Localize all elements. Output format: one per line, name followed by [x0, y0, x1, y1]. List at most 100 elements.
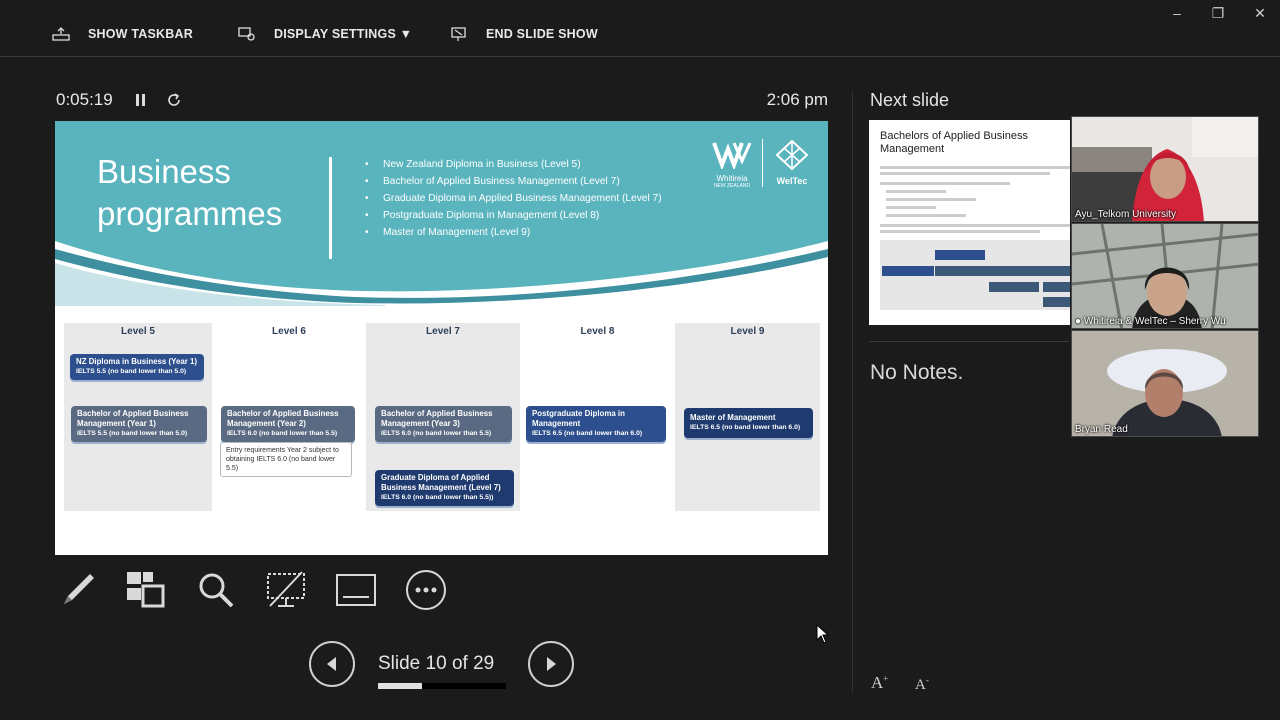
close-button[interactable]: ✕ [1248, 4, 1272, 22]
box-title: Postgraduate Diploma in Management [532, 409, 625, 428]
end-show-icon [451, 27, 466, 41]
postgraduate-diploma-box: Postgraduate Diploma in Management IELTS… [526, 406, 666, 442]
thumb-box [1043, 282, 1070, 292]
thumb-text-line [886, 206, 936, 209]
next-slide-title: Bachelors of Applied Business Management [880, 130, 1028, 155]
end-slide-show-label: END SLIDE SHOW [486, 27, 598, 41]
restart-timer-button[interactable] [166, 92, 182, 113]
box-title: Bachelor of Applied Business Management … [77, 409, 189, 428]
whitireia-name: Whitireia [716, 174, 748, 183]
show-taskbar-button[interactable]: SHOW TASKBAR [52, 24, 193, 44]
title-divider [329, 157, 332, 259]
video-tile[interactable]: ● Whitireia & WelTec – Sherry Wu [1071, 223, 1259, 329]
pause-icon [136, 94, 145, 106]
box-ielts: IELTS 5.5 (no band lower than 5.0) [77, 430, 188, 437]
pane-divider[interactable] [852, 92, 853, 692]
next-slide-button[interactable] [528, 641, 574, 687]
logo-divider [762, 139, 763, 187]
subtitles-button[interactable] [334, 568, 378, 612]
show-taskbar-label: SHOW TASKBAR [88, 27, 193, 41]
see-all-slides-button[interactable] [123, 568, 167, 612]
slide-title-line2: programmes [97, 195, 283, 232]
level6-heading: Level 6 [272, 326, 306, 337]
programme-item: Graduate Diploma in Applied Business Man… [365, 190, 662, 207]
speaker-notes: No Notes. [870, 361, 964, 384]
video-tile[interactable]: Ayu_Telkom University [1071, 116, 1259, 222]
level9-heading: Level 9 [730, 326, 765, 337]
weltec-name: WelTec [776, 176, 808, 186]
weltec-logo: WelTec [771, 139, 813, 186]
year2-entry-note: Entry requirements Year 2 subject to obt… [220, 442, 352, 477]
weltec-mark-icon [775, 139, 809, 171]
thumb-text-line [886, 214, 966, 217]
elapsed-timer: 0:05:19 [56, 90, 113, 109]
level8-heading: Level 8 [580, 326, 615, 337]
increase-font-button[interactable]: A+ [871, 673, 888, 693]
zoom-button[interactable] [194, 568, 238, 612]
more-icon [406, 570, 446, 610]
participant-name: ● Whitireia & WelTec – Sherry Wu [1075, 316, 1226, 327]
black-screen-button[interactable] [264, 568, 308, 612]
participant-name: Ayu_Telkom University [1075, 209, 1176, 220]
pen-icon [64, 574, 94, 604]
participant-video [1072, 117, 1258, 221]
whitireia-mark-icon [712, 142, 752, 171]
slide-title-line1: Business [97, 153, 231, 190]
box-ielts: IELTS 5.5 (no band lower than 5.0) [76, 368, 187, 375]
current-slide[interactable]: Business programmes New Zealand Diploma … [55, 121, 828, 555]
programme-item: Bachelor of Applied Business Management … [365, 173, 662, 190]
thumb-box [935, 266, 1070, 276]
pen-tool-button[interactable] [56, 568, 100, 612]
minimize-button[interactable]: – [1165, 4, 1189, 22]
next-slide-thumbnail[interactable]: Bachelors of Applied Business Management [869, 120, 1070, 325]
programme-item: New Zealand Diploma in Business (Level 5… [365, 156, 662, 173]
bachelor-year3-box: Bachelor of Applied Business Management … [375, 406, 512, 442]
programme-item: Master of Management (Level 9) [365, 224, 662, 241]
thumb-text-line [886, 190, 946, 193]
chevron-right-icon [547, 657, 556, 671]
level5-heading: Level 5 [121, 326, 155, 337]
thumb-text-line [880, 230, 1040, 233]
participant-name: Bryan Read [1075, 424, 1128, 435]
programme-item: Postgraduate Diploma in Management (Leve… [365, 207, 662, 224]
box-title: NZ Diploma in Business (Year 1) [76, 357, 198, 366]
master-box: Master of Management IELTS 6.5 (no band … [684, 408, 813, 438]
next-slide-label: Next slide [870, 90, 950, 110]
graduate-diploma-box: Graduate Diploma of Applied Business Man… [375, 470, 514, 506]
screen-off-icon [267, 571, 305, 607]
display-settings-icon [238, 27, 255, 41]
display-settings-button[interactable]: DISPLAY SETTINGS ▼ [238, 24, 412, 44]
box-ielts: IELTS 6.5 (no band lower than 6.0) [690, 424, 801, 431]
chevron-left-icon [327, 657, 336, 671]
font-increase-icon: A+ [871, 673, 889, 692]
slide-title: Business programmes [97, 151, 282, 235]
thumb-text-line [880, 166, 1070, 169]
thumb-box [989, 282, 1039, 292]
slides-grid-icon [127, 572, 165, 608]
box-title: Bachelor of Applied Business Management … [381, 409, 493, 428]
whitireia-sub: NEW ZEALAND [713, 183, 751, 189]
level7-heading: Level 7 [426, 326, 460, 337]
end-slide-show-button[interactable]: END SLIDE SHOW [450, 24, 598, 44]
subtitles-icon [336, 574, 376, 606]
participant-video [1072, 331, 1258, 436]
taskbar-icon [52, 27, 70, 41]
notes-separator [869, 341, 1069, 342]
thumb-text-line [880, 224, 1070, 227]
bachelor-year1-box: Bachelor of Applied Business Management … [71, 406, 207, 442]
participant-video [1072, 224, 1258, 328]
restart-icon [168, 93, 180, 106]
video-tile[interactable]: Bryan Read [1071, 330, 1259, 437]
box-ielts: IELTS 6.0 (no band lower than 5.5)) [381, 494, 494, 501]
pause-timer-button[interactable] [134, 92, 148, 113]
mouse-cursor-icon [816, 624, 830, 644]
bachelor-year2-box: Bachelor of Applied Business Management … [221, 406, 355, 442]
previous-slide-button[interactable] [309, 641, 355, 687]
decrease-font-button[interactable]: A- [915, 675, 929, 694]
whitireia-logo: Whitireia NEW ZEALAND [709, 139, 755, 189]
box-ielts: IELTS 6.0 (no band lower than 5.5) [381, 430, 492, 437]
box-ielts: IELTS 6.0 (no band lower than 5.5) [227, 430, 338, 437]
box-title: Master of Management [690, 413, 776, 422]
restore-button[interactable]: ❐ [1206, 4, 1230, 22]
more-options-button[interactable] [404, 568, 448, 612]
